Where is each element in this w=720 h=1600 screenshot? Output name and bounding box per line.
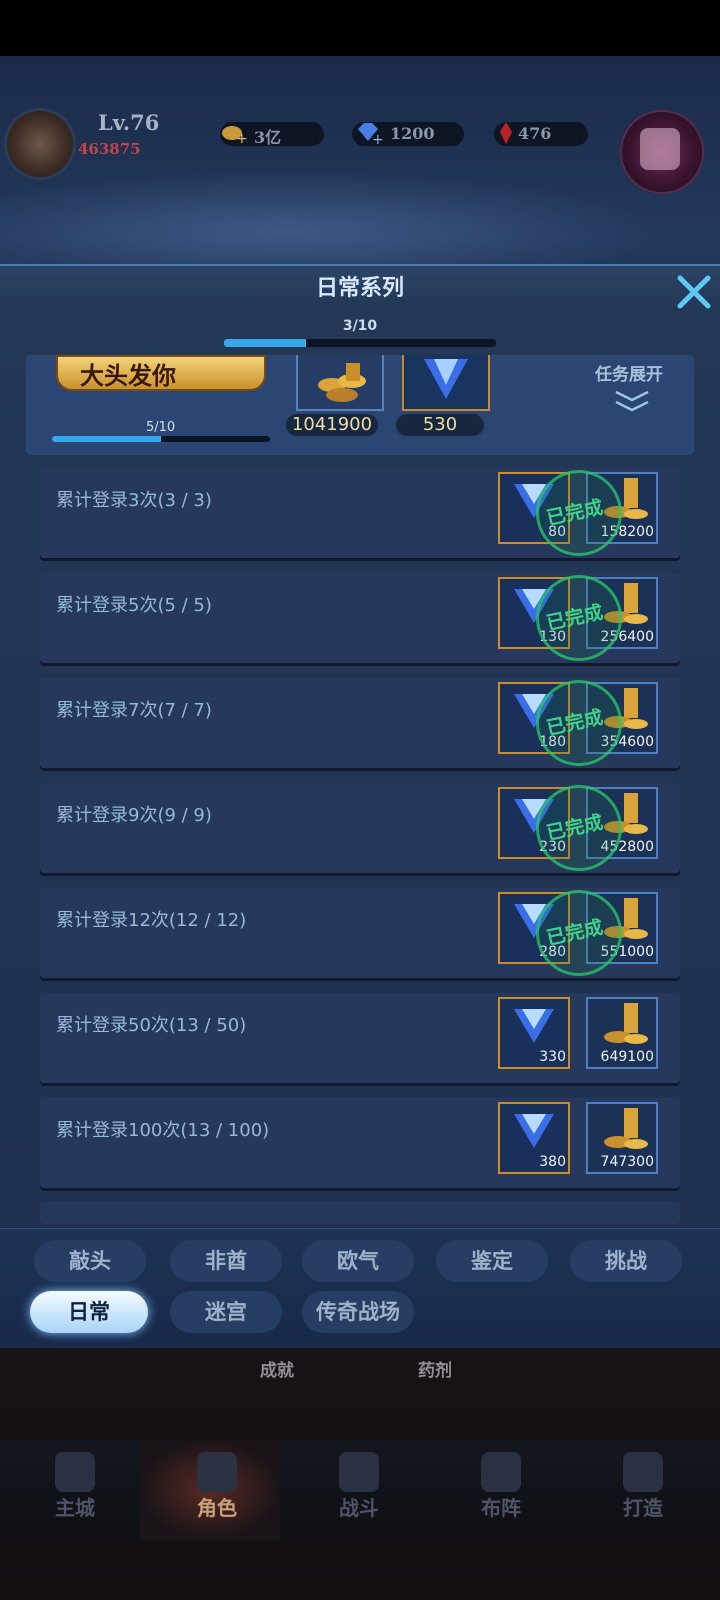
task-gem-count: 330 (539, 1049, 566, 1065)
tab-row2-1[interactable]: 日常 (30, 1291, 148, 1333)
tab-1[interactable]: 敲头 (34, 1240, 146, 1282)
scroll-icon (640, 128, 680, 170)
card-progress-bar (52, 436, 270, 442)
gold-coins-icon (318, 363, 366, 402)
gold-amount: 3亿 (254, 128, 282, 147)
reward-gem-count: 530 (396, 414, 484, 436)
achievement-label[interactable]: 成就 (260, 1356, 294, 1381)
player-level: Lv.76 (98, 110, 160, 135)
task-row (40, 1098, 680, 1188)
nav-item-1[interactable]: 主城 (10, 1440, 140, 1540)
task-label: 累计登录100次(13 / 100) (56, 1120, 270, 1141)
chevron-down-icon[interactable] (612, 388, 652, 412)
tab-3[interactable]: 欧气 (302, 1240, 414, 1282)
gold-plus-icon: + (222, 126, 248, 145)
series-progress-fill (224, 339, 306, 347)
tab-4[interactable]: 鉴定 (436, 1240, 548, 1282)
nav-label: 战斗 (339, 1496, 379, 1520)
task-label: 累计登录3次(3 / 3) (56, 490, 212, 511)
gold-coins-icon (604, 1003, 648, 1044)
nav-label: 主城 (55, 1496, 95, 1520)
tab-row2-2[interactable]: 迷宫 (170, 1291, 282, 1333)
nav-icon (481, 1452, 521, 1492)
diamond-icon (514, 1009, 554, 1043)
expand-tasks-button[interactable]: 任务展开 (595, 360, 663, 385)
panel-title: 日常系列 (315, 276, 404, 301)
tab-5[interactable]: 挑战 (570, 1240, 682, 1282)
nav-label: 打造 (623, 1496, 663, 1520)
ruby-amount: 476 (518, 124, 552, 143)
sky-cloud (0, 160, 720, 280)
card-progress-label: 5/10 (146, 420, 176, 435)
nav-icon (623, 1452, 663, 1492)
nav-icon (339, 1452, 379, 1492)
series-progress-bar (224, 339, 496, 347)
svg-text:+: + (236, 131, 248, 145)
task-label: 累计登录5次(5 / 5) (56, 595, 212, 616)
task-label: 累计登录12次(12 / 12) (56, 910, 247, 931)
nav-item-5[interactable]: 打造 (578, 1440, 708, 1540)
diamond-icon (514, 1114, 554, 1148)
nav-label: 布阵 (481, 1496, 521, 1520)
tab-row2-3[interactable]: 传奇战场 (302, 1291, 414, 1333)
tab-2[interactable]: 非酋 (170, 1240, 282, 1282)
ruby-icon (500, 122, 512, 144)
task-label: 累计登录50次(13 / 50) (56, 1015, 247, 1036)
gold-coins-icon (604, 1108, 648, 1149)
nav-item-3[interactable]: 战斗 (294, 1440, 424, 1540)
series-banner-text: 大头发你 (80, 361, 176, 390)
potion-label[interactable]: 药剂 (418, 1356, 452, 1381)
nav-item-2[interactable]: 角色 (152, 1440, 282, 1540)
diamond-icon (424, 359, 468, 399)
task-gem-count: 380 (539, 1154, 566, 1170)
diamond-amount: 1200 (390, 124, 435, 143)
task-row (40, 993, 680, 1083)
task-row-partial (40, 1202, 680, 1224)
nav-label: 角色 (197, 1496, 237, 1520)
nav-icon (197, 1452, 237, 1492)
nav-icon (55, 1452, 95, 1492)
combat-power: 463875 (78, 140, 141, 158)
task-label: 累计登录9次(9 / 9) (56, 805, 212, 826)
task-gold-count: 747300 (600, 1154, 654, 1170)
reward-gold-count: 1041900 (286, 414, 378, 436)
series-progress-label: 3/10 (342, 318, 378, 334)
close-icon[interactable] (674, 272, 714, 312)
diamond-plus-icon: + (358, 123, 384, 145)
task-gold-count: 649100 (600, 1049, 654, 1065)
reward-gem-slot[interactable] (402, 355, 490, 411)
svg-text:+: + (372, 132, 384, 145)
player-avatar[interactable] (4, 108, 76, 180)
reward-gold-slot[interactable] (296, 355, 384, 411)
card-progress-fill (52, 436, 161, 442)
task-label: 累计登录7次(7 / 7) (56, 700, 212, 721)
nav-item-4[interactable]: 布阵 (436, 1440, 566, 1540)
